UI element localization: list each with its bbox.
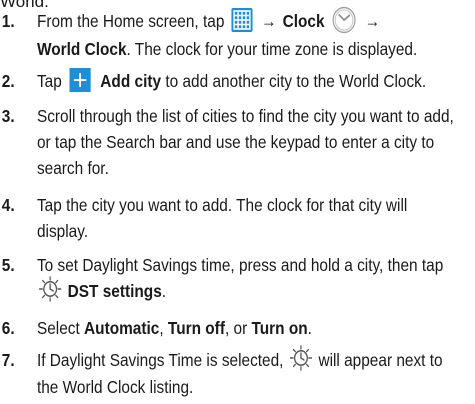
- arrow-glyph: →: [261, 11, 277, 31]
- step-3: 3. Scroll through the list of cities to …: [0, 103, 454, 181]
- step-text: Scroll through the list of cities to fin…: [36, 106, 454, 178]
- step-text: ,: [159, 318, 164, 338]
- step-6: 6. Select Automatic, Turn off, or Turn o…: [0, 315, 418, 341]
- world-clock-label: World Clock: [36, 39, 127, 60]
- step-text: Tap: [36, 71, 62, 91]
- step-number: 2.: [1, 71, 15, 91]
- step-number: 5.: [1, 255, 15, 275]
- step-text: Select: [36, 318, 80, 338]
- step-7: 7. If Daylight Savings Time is selected,: [0, 345, 443, 400]
- dst-sun-clock-icon: [289, 345, 313, 372]
- dst-sun-clock-icon: [38, 276, 62, 303]
- step-4: 4. Tap the city you want to add. The clo…: [0, 192, 418, 244]
- step-2: 2. Tap Add city to add another city to t…: [0, 68, 426, 94]
- step-text: . The clock for your time zone is displa…: [126, 39, 418, 60]
- dst-settings-label: DST settings: [67, 281, 162, 301]
- option-turn-on: Turn on: [251, 318, 308, 338]
- step-text: .: [307, 318, 312, 338]
- apps-grid-icon: [231, 8, 253, 33]
- step-5: 5. To set Daylight Savings time, press a…: [0, 252, 443, 305]
- clock-label: Clock: [282, 11, 325, 31]
- step-text: Tap the city you want to add. The clock …: [36, 195, 408, 241]
- step-number: 1.: [1, 11, 15, 31]
- option-automatic: Automatic: [84, 318, 160, 338]
- clock-icon: [331, 6, 356, 34]
- add-plus-icon: [69, 68, 91, 93]
- step-number: 6.: [1, 318, 15, 338]
- step-text: .: [161, 281, 167, 301]
- arrow-glyph: →: [364, 11, 381, 31]
- step-number: 3.: [1, 106, 15, 126]
- add-city-label: Add city: [100, 71, 162, 91]
- step-text: From the Home screen, tap: [36, 11, 225, 31]
- step-text: To set Daylight Savings time, press and …: [36, 255, 444, 275]
- step-1: 1. From the Home screen, tap → Clock → W…: [0, 6, 418, 62]
- step-number: 7.: [1, 350, 15, 370]
- option-turn-off: Turn off: [167, 318, 225, 338]
- step-number: 4.: [1, 195, 15, 215]
- step-text: If Daylight Savings Time is selected,: [36, 350, 284, 370]
- step-text: to add another city to the World Clock.: [165, 71, 427, 91]
- step-text: , or: [224, 318, 248, 338]
